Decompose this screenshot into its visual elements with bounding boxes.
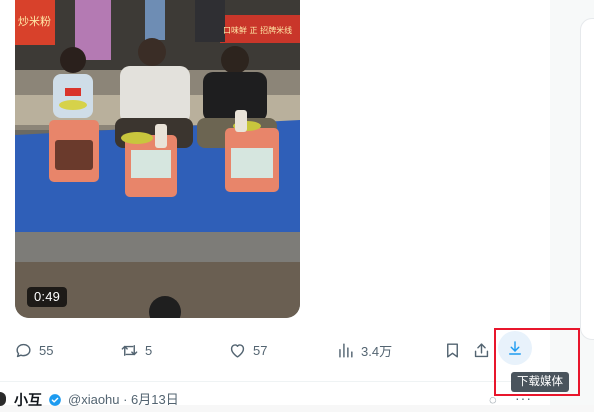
retweet-button[interactable]: 5 xyxy=(120,338,152,362)
author-handle-date[interactable]: @xiaohu · 6月13日 xyxy=(68,392,179,408)
next-tweet-header: 小互 @xiaohu · 6月13日 ◌ ··· xyxy=(0,390,550,412)
avatar[interactable] xyxy=(0,392,6,406)
views-icon xyxy=(339,342,353,358)
heart-icon xyxy=(230,343,245,358)
tweet-video[interactable]: 炒米粉 口味鲜 正 招牌米线 xyxy=(15,0,300,318)
sign-text-left: 炒米粉 xyxy=(18,15,51,28)
share-icon xyxy=(474,342,489,357)
tweet-divider xyxy=(0,381,550,382)
views-button[interactable]: 3.4万 xyxy=(336,338,392,362)
sign-text-right: 口味鲜 正 招牌米线 xyxy=(223,25,292,35)
author-name[interactable]: 小互 xyxy=(14,392,42,408)
comment-icon xyxy=(16,343,31,357)
like-count: 57 xyxy=(253,342,268,358)
retweet-count: 5 xyxy=(145,342,153,358)
like-button[interactable]: 57 xyxy=(228,338,267,362)
bookmark-icon xyxy=(447,342,458,358)
tweet-action-bar: 55 5 57 3.4万 xyxy=(14,338,534,362)
video-frame: 炒米粉 口味鲜 正 招牌米线 xyxy=(15,0,300,318)
view-count: 3.4万 xyxy=(361,343,393,359)
sidebar-card xyxy=(580,18,594,340)
bookmark-button[interactable] xyxy=(443,338,462,362)
share-button[interactable] xyxy=(472,338,491,362)
timeline-feed: 炒米粉 口味鲜 正 招牌米线 0:49 55 5 57 3.4万 小互 @xia… xyxy=(0,0,550,408)
video-duration-badge: 0:49 xyxy=(27,287,68,307)
retweet-icon xyxy=(121,344,138,356)
reply-count: 55 xyxy=(39,342,54,358)
reply-button[interactable]: 55 xyxy=(14,338,53,362)
download-tooltip: 下载媒体 xyxy=(511,372,569,392)
